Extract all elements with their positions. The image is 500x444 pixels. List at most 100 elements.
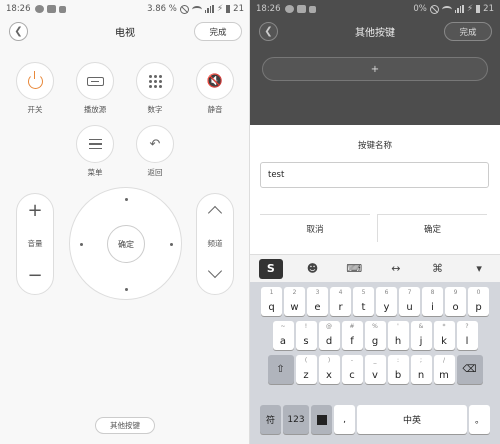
- menu-button[interactable]: [76, 125, 114, 163]
- battery-icon: [476, 5, 481, 13]
- key-t[interactable]: 5t: [353, 287, 374, 316]
- shift-key[interactable]: ⇧: [267, 355, 294, 384]
- key-letter: s: [303, 336, 309, 347]
- title-bar: ❮ 电视 完成: [0, 18, 249, 45]
- key-x[interactable]: ) x: [318, 355, 340, 384]
- cursor-move-icon[interactable]: ↔: [384, 259, 408, 279]
- key-g[interactable]: % g: [364, 321, 386, 350]
- status-bar: 18:26 0% ⚡ 21: [250, 0, 500, 18]
- channel-down-button[interactable]: [207, 263, 223, 279]
- ime-logo-icon[interactable]: S: [258, 258, 283, 279]
- key-letter: r: [338, 302, 343, 313]
- channel-label: 频道: [207, 239, 223, 248]
- channel-up-button[interactable]: [207, 205, 223, 221]
- comma-key[interactable]: ,: [334, 405, 355, 434]
- key-w[interactable]: 2w: [284, 287, 305, 316]
- key-symbol: !: [304, 323, 308, 330]
- collapse-keyboard-icon[interactable]: ▾: [467, 259, 491, 279]
- key-h[interactable]: ' h: [387, 321, 409, 350]
- key-symbol: 3: [315, 289, 320, 296]
- backspace-icon: ⌫: [462, 364, 477, 375]
- key-symbol: %: [372, 323, 378, 330]
- dialog-title: 按键名称: [357, 141, 392, 151]
- key-c[interactable]: -c: [341, 355, 363, 384]
- key-f[interactable]: # f: [341, 321, 363, 350]
- input-mode-key[interactable]: [311, 405, 332, 434]
- done-button[interactable]: 完成: [194, 22, 242, 41]
- key-v[interactable]: _ v: [364, 355, 386, 384]
- title-bar: ❮ 其他按键 完成: [250, 18, 500, 45]
- delete-key[interactable]: ⌫: [456, 355, 483, 384]
- volume-up-button[interactable]: +: [17, 200, 53, 221]
- key-s[interactable]: ! s: [295, 321, 317, 350]
- key-o[interactable]: 9o: [445, 287, 466, 316]
- key-symbol: ;: [419, 357, 423, 364]
- key-symbol: 5: [361, 289, 366, 296]
- key-symbol: 0: [476, 289, 481, 296]
- other-keys-button[interactable]: 其他按键: [95, 417, 155, 434]
- message-icon: [284, 5, 294, 13]
- key-j[interactable]: & j: [410, 321, 432, 350]
- signal-icon: [454, 5, 464, 13]
- key-a[interactable]: ~ a: [272, 321, 294, 350]
- key-letter: k: [441, 336, 447, 347]
- key-symbol: 1: [269, 289, 274, 296]
- numbers-button[interactable]: [136, 62, 174, 100]
- confirm-button[interactable]: 确定: [377, 214, 487, 242]
- wifi-icon: [441, 5, 452, 13]
- key-l[interactable]: ? l: [456, 321, 478, 350]
- source-button[interactable]: [76, 62, 114, 100]
- key-r[interactable]: 4r: [330, 287, 351, 316]
- symbol-key[interactable]: 符: [260, 405, 281, 434]
- key-u[interactable]: 7u: [399, 287, 420, 316]
- command-icon[interactable]: ⌘: [425, 259, 449, 279]
- mail-icon: [308, 5, 316, 13]
- add-key-button[interactable]: +: [262, 57, 488, 81]
- key-name-input[interactable]: [260, 162, 489, 188]
- key-letter: d: [325, 336, 333, 347]
- cancel-button[interactable]: 取消: [260, 214, 370, 242]
- keyboard-icon[interactable]: ⌨: [342, 259, 366, 279]
- do-not-disturb-icon: [429, 4, 439, 14]
- key-i[interactable]: 8i: [422, 287, 443, 316]
- key-d[interactable]: @ d: [318, 321, 340, 350]
- back-button[interactable]: ❮: [9, 22, 28, 41]
- mute-button[interactable]: 🔇: [196, 62, 234, 100]
- key-symbol: 9: [453, 289, 458, 296]
- key-letter: f: [350, 336, 354, 347]
- direction-pad[interactable]: 确定: [69, 187, 182, 300]
- key-m[interactable]: / m: [433, 355, 455, 384]
- emoji-icon[interactable]: ☻: [300, 259, 324, 279]
- return-button[interactable]: ↶: [136, 125, 174, 163]
- key-symbol: 6: [384, 289, 389, 296]
- key-p[interactable]: 0p: [468, 287, 489, 316]
- tv-remote-screen: 18:26 3.86 % ⚡ 21 ❮ 电视 完成 开关 播放源 数字 🔇 静音…: [0, 0, 250, 444]
- power-icon: [27, 70, 43, 89]
- mail-icon: [58, 5, 66, 13]
- key-symbol: *: [442, 323, 446, 330]
- volume-down-button[interactable]: −: [17, 265, 53, 286]
- key-b[interactable]: :b: [387, 355, 409, 384]
- chevron-left-icon: ❮: [264, 26, 273, 37]
- key-z[interactable]: (z: [295, 355, 317, 384]
- dpad-right[interactable]: [170, 243, 173, 246]
- space-key[interactable]: 中英: [357, 405, 467, 434]
- key-symbol: (: [304, 357, 308, 364]
- key-e[interactable]: 3e: [307, 287, 328, 316]
- keyboard: 1q2w3e4r5t6y7u8i9o0p ~ a! s @ d # f% g ' h & j * k? l …: [250, 282, 500, 444]
- ok-button[interactable]: 确定: [107, 225, 145, 263]
- dpad-left[interactable]: [80, 243, 83, 246]
- key-symbol: 4: [338, 289, 343, 296]
- done-button[interactable]: 完成: [444, 22, 492, 41]
- key-q[interactable]: 1q: [261, 287, 282, 316]
- number-key[interactable]: 123: [283, 405, 309, 434]
- key-n[interactable]: ; n: [410, 355, 432, 384]
- key-symbol: ~: [280, 323, 286, 330]
- back-button[interactable]: ❮: [259, 22, 278, 41]
- dpad-up[interactable]: [125, 198, 128, 201]
- key-k[interactable]: * k: [433, 321, 455, 350]
- dpad-down[interactable]: [125, 288, 128, 291]
- key-y[interactable]: 6y: [376, 287, 397, 316]
- power-button[interactable]: [16, 62, 54, 100]
- period-key[interactable]: 。: [469, 405, 490, 434]
